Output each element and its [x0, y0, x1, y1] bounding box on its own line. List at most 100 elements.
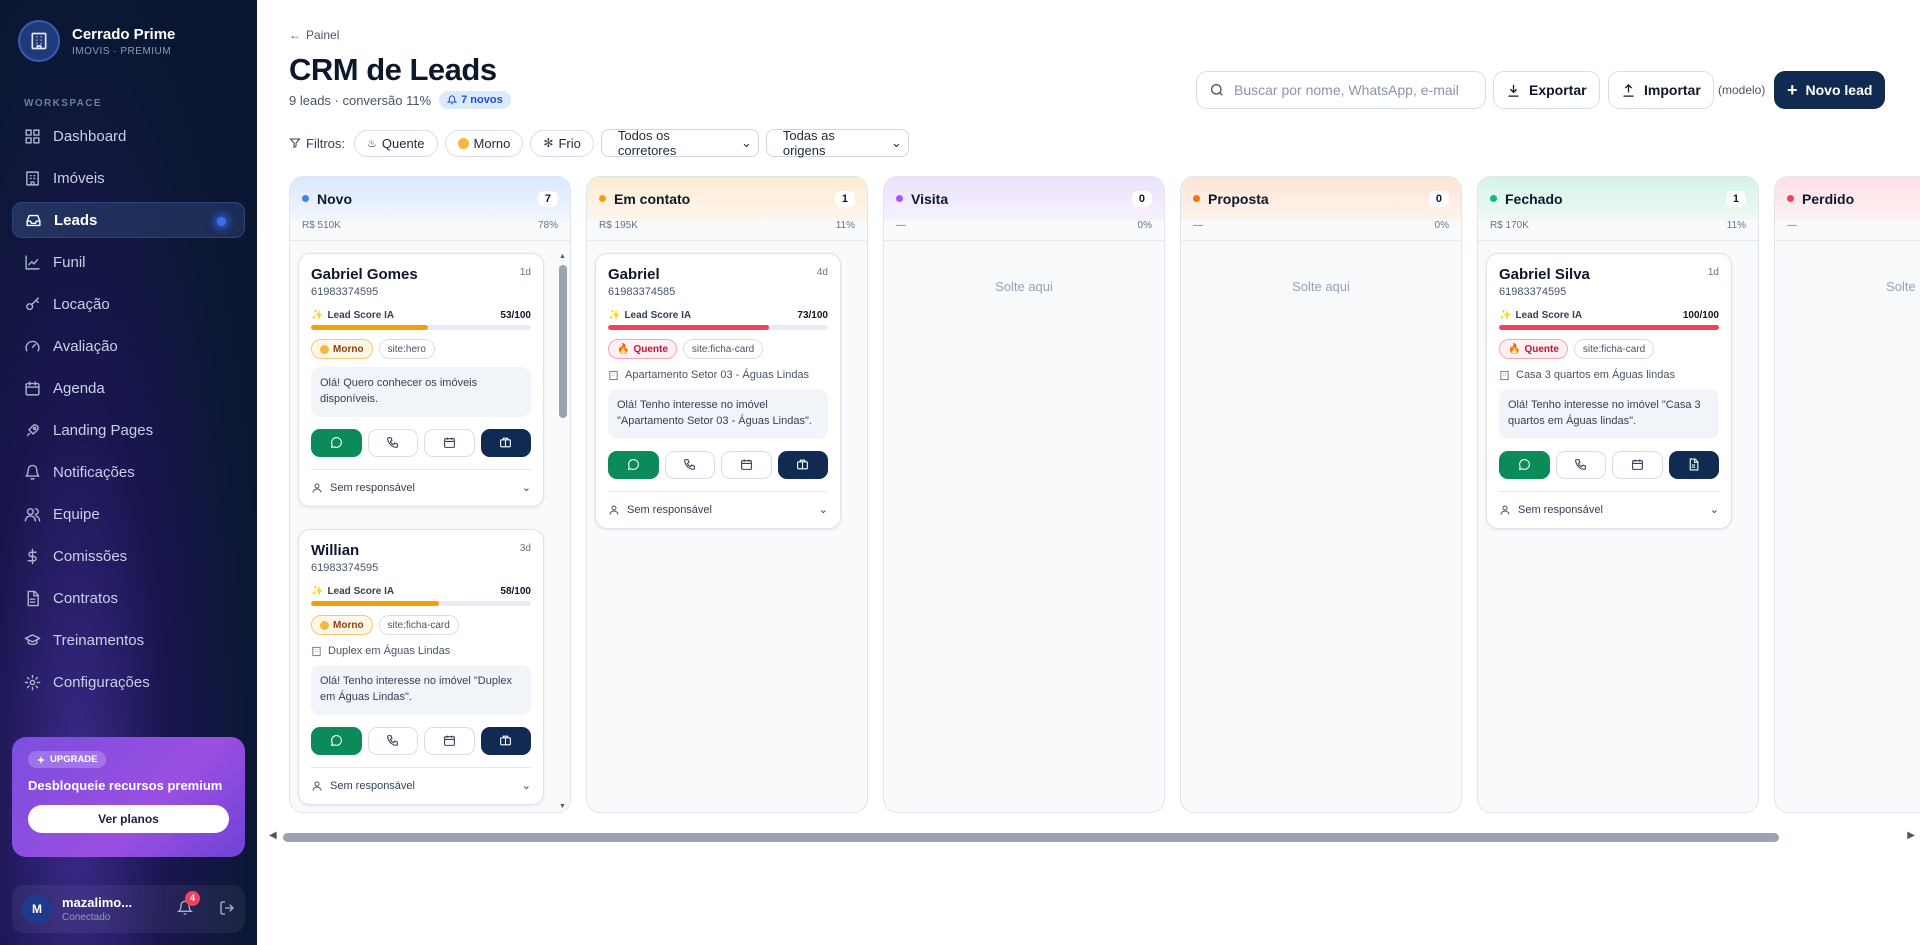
call-button[interactable] — [367, 726, 418, 755]
column-fechado[interactable]: Fechado 1 R$ 170K 11% 1d Gabriel Silva 619… — [1477, 176, 1759, 813]
owner-select[interactable]: Sem responsável ⌄ — [1499, 492, 1719, 528]
schedule-button[interactable] — [424, 726, 475, 755]
whatsapp-button[interactable] — [311, 726, 362, 755]
search-input[interactable] — [1234, 82, 1472, 98]
warm-dot-icon — [320, 344, 329, 354]
column-summary: R$ 510K 78% — [290, 220, 570, 241]
sidebar-item-agenda[interactable]: Agenda — [12, 370, 245, 406]
sidebar-item-dashboard[interactable]: Dashboard — [12, 118, 245, 154]
calendar-icon — [1631, 460, 1643, 471]
filters-label: Filtros: — [289, 136, 345, 151]
owner-select[interactable]: Sem responsável ⌄ — [311, 470, 531, 506]
owner-select[interactable]: Sem responsável ⌄ — [311, 768, 531, 804]
drop-zone[interactable]: Solte aqui — [1189, 253, 1453, 812]
notification-count-badge: 4 — [185, 890, 200, 906]
back-link[interactable]: ← Painel — [289, 28, 339, 42]
notifications-button[interactable]: 4 — [176, 890, 200, 919]
filter-hot-chip[interactable]: ♨ Quente — [354, 129, 438, 157]
view-plans-button[interactable]: Ver planos — [28, 805, 229, 833]
lead-score-label: Lead Score IA — [1515, 310, 1583, 321]
lead-tags: Morno site:hero — [311, 339, 531, 359]
inbox-icon — [26, 214, 41, 226]
property-button[interactable] — [480, 428, 531, 457]
brand[interactable]: Cerrado Prime IMOVIS · PREMIUM — [18, 20, 175, 62]
sidebar-item-imoveis[interactable]: Imóveis — [12, 160, 245, 196]
sidebar-item-label: Leads — [54, 211, 98, 229]
column-count: 0 — [1428, 190, 1449, 207]
schedule-button[interactable] — [424, 428, 475, 457]
lead-actions — [311, 726, 531, 768]
new-leads-badge[interactable]: 7 novos — [439, 91, 511, 109]
lead-card[interactable]: 1d Gabriel Gomes 61983374595 ✨ Lead Score IA… — [298, 253, 544, 507]
broker-select[interactable]: Todos os corretores ⌄ — [600, 128, 759, 158]
call-button[interactable] — [1555, 450, 1606, 479]
lead-age: 1d — [1707, 267, 1719, 278]
sidebar-item-label: Treinamentos — [53, 631, 145, 649]
user-box: M mazalimo... Conectado 4 — [12, 885, 245, 933]
vertical-scrollbar[interactable]: ▲ ▼ — [558, 253, 568, 812]
import-template-link[interactable]: (modelo) — [1718, 83, 1765, 97]
schedule-button[interactable] — [721, 450, 772, 479]
call-button[interactable] — [664, 450, 715, 479]
plus-icon: + — [1787, 80, 1798, 100]
lead-card[interactable]: 3d Willian 61983374595 ✨ Lead Score IA 58/100… — [298, 529, 544, 805]
lead-score-fill — [311, 601, 439, 606]
call-button[interactable] — [367, 428, 418, 457]
logout-button[interactable] — [219, 900, 235, 919]
sidebar-item-leads[interactable]: Leads — [12, 202, 245, 238]
export-button[interactable]: Exportar — [1493, 71, 1600, 109]
column-em-contato[interactable]: Em contato 1 R$ 195K 11% 4d Gabriel 619833… — [586, 176, 868, 813]
sidebar-item-equipe[interactable]: Equipe — [12, 496, 245, 532]
sidebar-item-contratos[interactable]: Contratos — [12, 580, 245, 616]
sidebar-item-treinamentos[interactable]: Treinamentos — [12, 622, 245, 658]
whatsapp-button[interactable] — [608, 450, 659, 479]
property-button[interactable] — [777, 450, 828, 479]
drop-zone[interactable]: Solte aqui — [892, 253, 1156, 812]
logout-icon — [220, 900, 234, 915]
lead-name: Gabriel Gomes — [311, 266, 418, 283]
column-perdido[interactable]: Perdido — Solte aqui — [1774, 176, 1920, 813]
horizontal-scrollbar[interactable]: ◀ ▶ — [269, 830, 1915, 844]
schedule-button[interactable] — [1612, 450, 1663, 479]
sparkle-icon — [37, 755, 45, 764]
main-content: ← Painel CRM de Leads 9 leads · conversã… — [257, 0, 1920, 945]
sidebar-item-funil[interactable]: Funil — [12, 244, 245, 280]
new-lead-button[interactable]: + Novo lead — [1774, 71, 1886, 109]
column-novo[interactable]: Novo 7 R$ 510K 78% 1d Gabriel Gomes 619833… — [289, 176, 571, 813]
column-summary: R$ 170K 11% — [1478, 220, 1758, 241]
import-button[interactable]: Importar — [1608, 71, 1714, 109]
column-proposta[interactable]: Proposta 0 — 0% Solte aqui — [1180, 176, 1462, 813]
sidebar-item-configuracoes[interactable]: Configurações — [12, 664, 245, 700]
status-dot-icon — [599, 195, 606, 202]
sidebar-item-landing-pages[interactable]: Landing Pages — [12, 412, 245, 448]
sparkle-icon: ✨ — [608, 310, 621, 321]
filter-warm-chip[interactable]: Morno — [444, 129, 524, 157]
column-header: Em contato 1 — [587, 177, 867, 220]
lead-card[interactable]: 4d Gabriel 61983374585 ✨ Lead Score IA 73/100… — [595, 253, 841, 529]
property-button[interactable] — [480, 726, 531, 755]
property-button[interactable] — [1668, 450, 1719, 479]
sparkle-icon: ✨ — [311, 310, 324, 321]
scroll-thumb[interactable] — [283, 833, 1779, 842]
sidebar-item-avaliacao[interactable]: Avaliação — [12, 328, 245, 364]
whatsapp-button[interactable] — [1499, 450, 1550, 479]
sidebar-item-comissoes[interactable]: Comissões — [12, 538, 245, 574]
column-title: Proposta — [1208, 190, 1269, 207]
lead-card[interactable]: 1d Gabriel Silva 61983374595 ✨ Lead Score IA… — [1486, 253, 1732, 529]
drop-zone[interactable]: Solte aqui — [1783, 253, 1920, 812]
sidebar-item-locacao[interactable]: Locação — [12, 286, 245, 322]
owner-select[interactable]: Sem responsável ⌄ — [608, 492, 828, 528]
filter-cold-chip[interactable]: ✻ Frio — [530, 129, 594, 157]
flame-icon: ♨ — [367, 137, 377, 150]
briefcase-icon — [797, 460, 809, 470]
lead-age: 4d — [816, 267, 828, 278]
sidebar-item-notificacoes[interactable]: Notificações — [12, 454, 245, 490]
status-dot-icon — [1787, 195, 1794, 202]
column-visita[interactable]: Visita 0 — 0% Solte aqui — [883, 176, 1165, 813]
origin-select[interactable]: Todas as origens ⌄ — [765, 128, 909, 158]
scroll-thumb[interactable] — [559, 265, 567, 418]
lead-name: Gabriel Silva — [1499, 266, 1590, 283]
avatar[interactable]: M — [22, 894, 52, 924]
phone-icon — [1575, 459, 1587, 471]
whatsapp-button[interactable] — [311, 428, 362, 457]
